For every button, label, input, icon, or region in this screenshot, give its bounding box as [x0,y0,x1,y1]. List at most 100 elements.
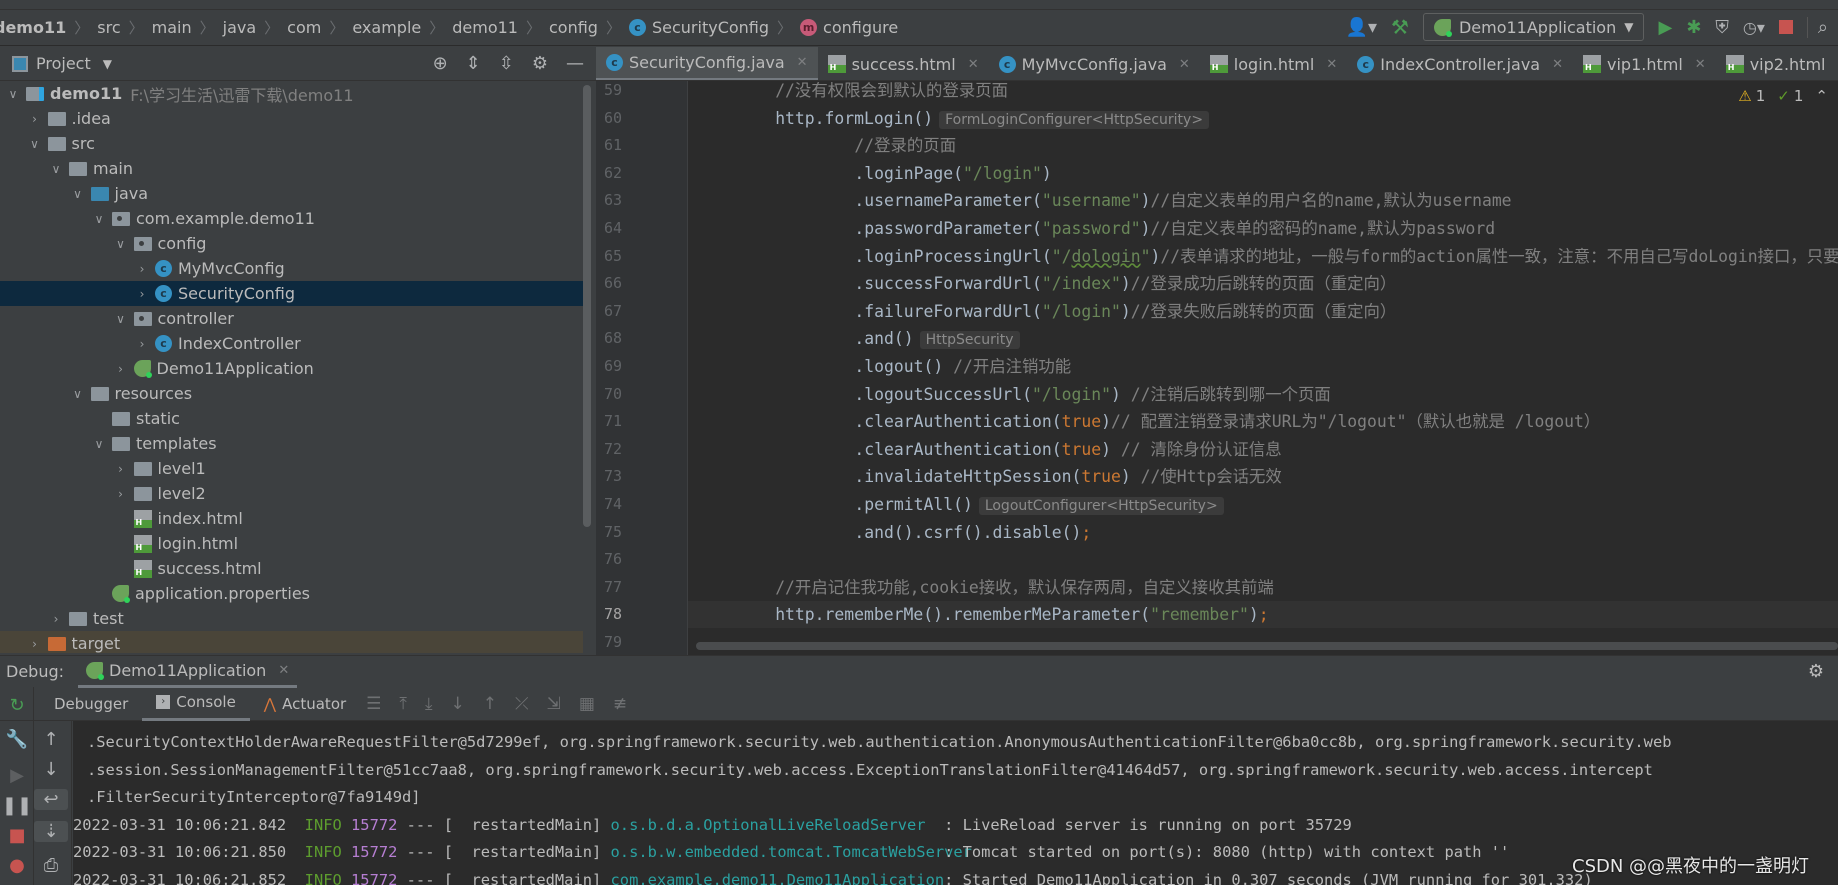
breadcrumb-item[interactable]: demo11 [0,18,66,37]
tab-console[interactable]: › Console [142,687,250,721]
code-line[interactable]: .clearAuthentication(true) // 清除身份认证信息 [688,436,1838,463]
tree-item-target[interactable]: › target [0,631,583,653]
step-into-icon[interactable]: ↓ [450,694,464,714]
code-line[interactable]: http.formLogin() FormLoginConfigurer<Http… [688,105,1838,132]
chevron-down-icon[interactable]: ∨ [71,387,85,401]
tab-actuator[interactable]: ⋀ Actuator [250,687,360,721]
tab-vip2-html[interactable]: Hvip2.html✕ [1716,47,1838,80]
tree-item-templates[interactable]: ∨ templates [0,431,583,456]
code-editor[interactable]: 59 60 61 62 63 64 65 66 67 68 69 70 71 72 73 74 75 76 77 78… [596,81,1838,655]
close-icon[interactable]: ✕ [1179,57,1190,72]
debug-session-tab[interactable]: Demo11Application ✕ [78,656,298,688]
chevron-down-icon[interactable]: ∨ [6,87,20,101]
chevron-right-icon[interactable]: › [28,637,42,651]
user-icon[interactable]: 👤▾ [1346,17,1377,38]
chevron-right-icon[interactable]: › [28,112,42,126]
code-line[interactable]: .successForwardUrl("/index")//登录成功后跳转的页面… [688,270,1838,297]
editor-horizontal-scrollbar[interactable] [696,642,1838,650]
tree-item-src[interactable]: ∨ src [0,131,583,156]
threads-icon[interactable]: ☰ [366,694,381,714]
breadcrumb-item[interactable]: com [287,18,321,37]
breadcrumb-item[interactable]: c SecurityConfig [628,18,769,37]
tree-item--idea[interactable]: › .idea [0,106,583,131]
soft-wrap-icon[interactable]: ↩ [34,789,68,810]
code-line[interactable]: .logoutSuccessUrl("/login") //注销后跳转到哪一个页… [688,381,1838,408]
close-icon[interactable]: ✕ [1695,57,1706,72]
chevron-right-icon[interactable]: › [135,337,149,351]
tab-success-html[interactable]: Hsuccess.html ✕ [818,47,989,80]
code-line[interactable]: .passwordParameter("password")//自定义表单的密码… [688,215,1838,242]
tree-item-success-html[interactable]: Hsuccess.html [0,556,583,581]
code-line[interactable]: .loginPage("/login") [688,160,1838,187]
tree-item-test[interactable]: › test [0,606,583,631]
inspection-widget[interactable]: ⚠ 1 ✓ 1 ⌃ [1738,87,1828,105]
project-view-select[interactable]: Project [36,54,91,73]
chevron-down-icon[interactable]: ∨ [28,137,42,151]
code-line[interactable]: http.rememberMe().rememberMeParameter("r… [688,601,1838,629]
code-line[interactable]: .and().csrf().disable(); [688,519,1838,546]
tree-item-login-html[interactable]: Hlogin.html [0,531,583,556]
breadcrumb-item[interactable]: src [97,18,120,37]
project-tree-scrollbar[interactable] [583,85,591,527]
breadcrumb-item[interactable]: main [152,18,192,37]
close-icon[interactable]: ✕ [1552,57,1563,72]
tab-securityconfig-java[interactable]: c SecurityConfig.java ✕ [596,47,818,80]
tree-item-index-html[interactable]: Hindex.html [0,506,583,531]
code-line[interactable]: //没有权限会到默认的登录页面 [688,81,1838,104]
tree-item-level2[interactable]: › level2 [0,481,583,506]
tab-login-html[interactable]: Hlogin.html ✕ [1200,47,1347,80]
tree-item-com-example-demo11[interactable]: ∨ com.example.demo11 [0,206,583,231]
chevron-down-icon[interactable]: ∨ [114,312,128,326]
arrow-up-icon[interactable]: ↑ [34,729,68,750]
tree-item-main[interactable]: ∨ main [0,156,583,181]
tree-item-controller[interactable]: ∨ controller [0,306,583,331]
tree-item-level1[interactable]: › level1 [0,456,583,481]
trace-icon[interactable]: ≢ [613,694,627,714]
chevron-down-icon[interactable]: ∨ [49,162,63,176]
run-to-cursor-icon[interactable]: ⇲ [547,694,561,714]
chevron-right-icon[interactable]: › [135,287,149,301]
breadcrumb-item[interactable]: m configure [800,18,898,37]
coverage-icon[interactable]: ⛨ [1715,17,1729,38]
tree-item-mymvcconfig[interactable]: › c MyMvcConfig [0,256,583,281]
close-icon[interactable]: ✕ [797,55,808,70]
pause-icon[interactable]: ❚❚ [0,795,34,816]
chevron-up-icon[interactable]: ⌃ [1815,87,1828,105]
code-line[interactable]: .failureForwardUrl("/login")//登录失败后跳转的页面… [688,298,1838,325]
print-icon[interactable]: ⎙ [34,855,68,876]
code-line[interactable]: .and() HttpSecurity [688,325,1838,352]
tab-indexcontroller-java[interactable]: c IndexController.java ✕ [1347,47,1573,80]
rerun-icon[interactable]: ↻ [0,695,34,716]
show-execution-point-icon[interactable]: ⤒ [399,694,407,714]
drop-frame-icon[interactable]: ⤫ [515,694,529,714]
arrow-down-icon[interactable]: ↓ [34,759,68,780]
resume-icon[interactable]: ▶ [0,765,34,786]
wrench-icon[interactable]: 🔧 [0,729,34,750]
chevron-right-icon[interactable]: › [114,487,128,501]
code-line[interactable]: .usernameParameter("username")//自定义表单的用户… [688,187,1838,214]
expand-all-icon[interactable]: ⇕ [466,53,481,74]
gear-icon[interactable]: ⚙ [1808,661,1824,682]
code-line[interactable]: //开启记住我功能,cookie接收，默认保存两周，自定义接收其前端 [688,574,1838,601]
tree-item-demo11application[interactable]: › Demo11Application [0,356,583,381]
chevron-down-icon[interactable]: ∨ [92,212,106,226]
build-hammer-icon[interactable]: ⚒ [1391,15,1409,39]
chevron-down-icon[interactable]: ∨ [114,237,128,251]
tree-item-static[interactable]: static [0,406,583,431]
hide-icon[interactable]: — [566,53,584,74]
tree-item-java[interactable]: ∨ java [0,181,583,206]
code-line[interactable]: .clearAuthentication(true)// 配置注销登录请求URL… [688,408,1838,435]
breadcrumb-item[interactable]: demo11 [452,18,518,37]
breadcrumb-item[interactable]: java [223,18,257,37]
tab-mymvcconfig-java[interactable]: c MyMvcConfig.java ✕ [989,47,1200,80]
search-icon[interactable]: ⌕ [1806,16,1828,38]
chevron-right-icon[interactable]: › [114,462,128,476]
code-line[interactable]: .logout() //开启注销功能 [688,353,1838,380]
tree-item-demo11[interactable]: ∨ demo11 F:\学习生活\迅雷下载\demo11 [0,81,583,106]
close-icon[interactable]: ✕ [968,57,979,72]
close-icon[interactable]: ✕ [278,663,289,678]
chevron-right-icon[interactable]: › [114,362,128,376]
tree-item-application-properties[interactable]: application.properties [0,581,583,606]
run-configuration-select[interactable]: Demo11Application ▼ [1422,13,1645,41]
code-line[interactable]: .loginProcessingUrl("/dologin")//表单请求的地址… [688,243,1838,270]
